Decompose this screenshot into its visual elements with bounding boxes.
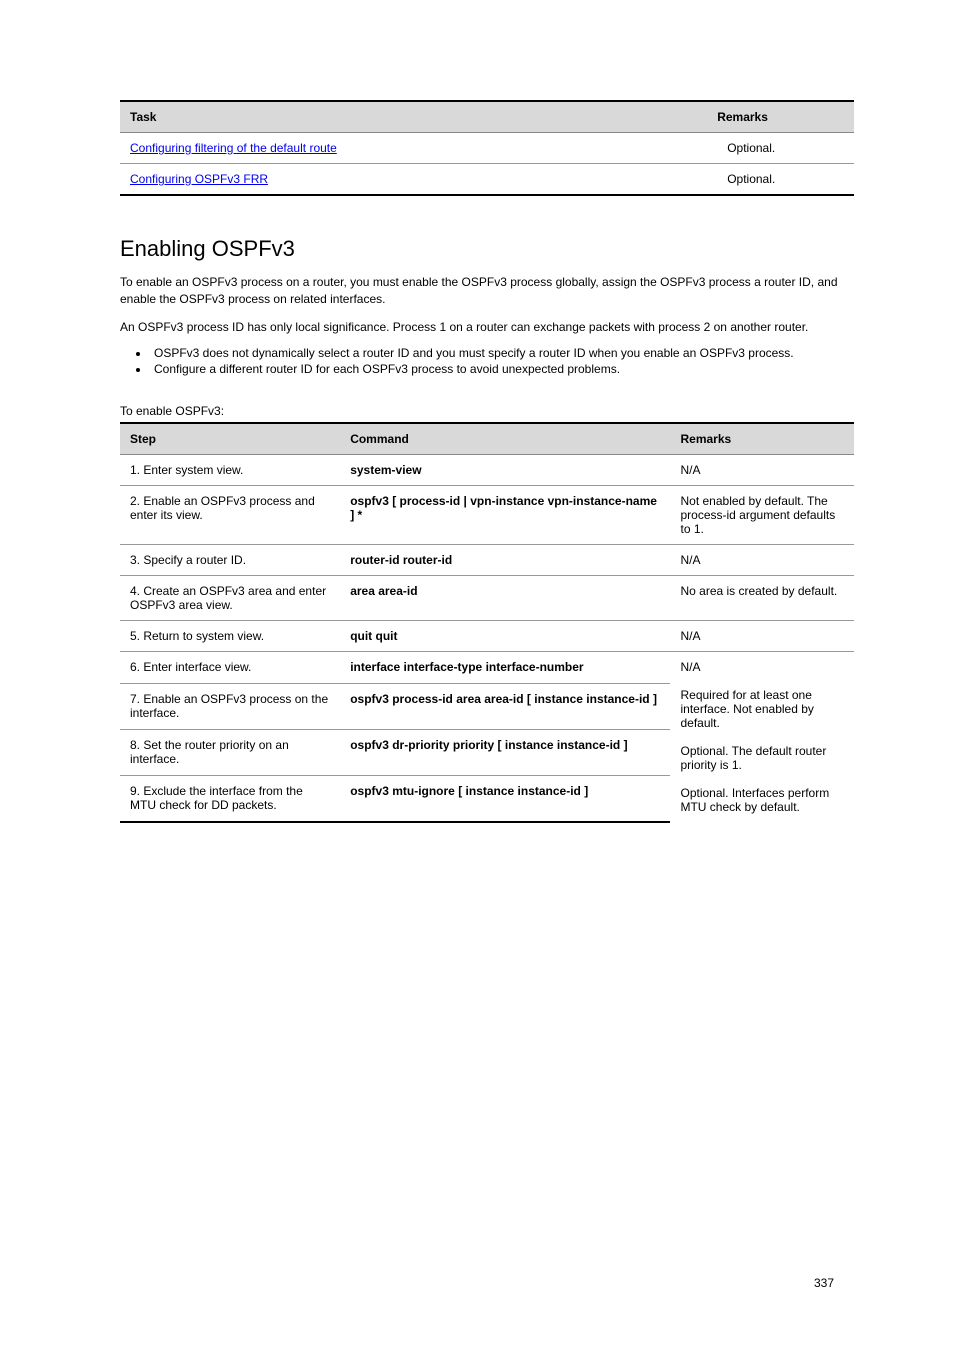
steps-table: Step Command Remarks 1. Enter system vie…: [120, 422, 854, 823]
table-row: 5. Return to system view. quit quit N/A: [120, 621, 854, 652]
list-item: Configure a different router ID for each…: [150, 362, 854, 376]
table-row: Configuring filtering of the default rou…: [120, 133, 854, 164]
command-cell: ospfv3 mtu-ignore [ instance instance-id…: [340, 776, 670, 823]
merged-remark-6: N/A: [680, 660, 700, 674]
remarks-cell: Not enabled by default. The process-id a…: [670, 486, 854, 545]
remarks-cell: No area is created by default.: [670, 576, 854, 621]
remarks-cell: N/A: [670, 545, 854, 576]
step-cell: 6. Enter interface view.: [120, 652, 340, 684]
page-container: Task Remarks Configuring filtering of th…: [0, 0, 954, 1350]
table-row: 4. Create an OSPFv3 area and enter OSPFv…: [120, 576, 854, 621]
merged-remark-7: Required for at least one interface. Not…: [680, 688, 813, 730]
remarks-cell: N/A: [670, 621, 854, 652]
table1-header-task: Task: [120, 101, 707, 133]
step-cell: 5. Return to system view.: [120, 621, 340, 652]
remarks-cell: Optional.: [707, 164, 854, 196]
task-remarks-table: Task Remarks Configuring filtering of th…: [120, 100, 854, 196]
table2-header-step: Step: [120, 423, 340, 455]
command-cell: router-id router-id: [340, 545, 670, 576]
step-cell: 8. Set the router priority on an interfa…: [120, 729, 340, 775]
step-cell: 1. Enter system view.: [120, 455, 340, 486]
link-configuring-ospfv3-frr[interactable]: Configuring OSPFv3 FRR: [130, 172, 268, 186]
remarks-cell: N/A: [670, 455, 854, 486]
table2-header-command: Command: [340, 423, 670, 455]
step-cell: 4. Create an OSPFv3 area and enter OSPFv…: [120, 576, 340, 621]
step-cell: 2. Enable an OSPFv3 process and enter it…: [120, 486, 340, 545]
intro-paragraph: To enable an OSPFv3 process on a router,…: [120, 274, 854, 309]
command-cell: area area-id: [340, 576, 670, 621]
table-row: 6. Enter interface view. interface inter…: [120, 652, 854, 684]
table1-header-remarks: Remarks: [707, 101, 854, 133]
table-row: 1. Enter system view. system-view N/A: [120, 455, 854, 486]
enable-ospfv3-caption: To enable OSPFv3:: [120, 404, 854, 418]
step-cell: 9. Exclude the interface from the MTU ch…: [120, 776, 340, 823]
table-row: 2. Enable an OSPFv3 process and enter it…: [120, 486, 854, 545]
note-intro: An OSPFv3 process ID has only local sign…: [120, 319, 854, 336]
note-list: OSPFv3 does not dynamically select a rou…: [150, 346, 854, 376]
step-cell: 3. Specify a router ID.: [120, 545, 340, 576]
command-cell: interface interface-type interface-numbe…: [340, 652, 670, 684]
command-cell: ospfv3 [ process-id | vpn-instance vpn-i…: [340, 486, 670, 545]
command-cell: system-view: [340, 455, 670, 486]
merged-remark-8: Optional. The default router priority is…: [680, 744, 826, 772]
remarks-cell: Optional.: [707, 133, 854, 164]
table2-header-remarks: Remarks: [670, 423, 854, 455]
command-cell: ospfv3 dr-priority priority [ instance i…: [340, 729, 670, 775]
command-cell: quit quit: [340, 621, 670, 652]
table-row: 3. Specify a router ID. router-id router…: [120, 545, 854, 576]
section-heading-enabling-ospfv3: Enabling OSPFv3: [120, 236, 854, 262]
link-configuring-default-route-filtering[interactable]: Configuring filtering of the default rou…: [130, 141, 337, 155]
command-cell: ospfv3 process-id area area-id [ instanc…: [340, 683, 670, 729]
step-cell: 7. Enable an OSPFv3 process on the inter…: [120, 683, 340, 729]
list-item: OSPFv3 does not dynamically select a rou…: [150, 346, 854, 360]
page-number: 337: [814, 1276, 834, 1290]
merged-remark-9: Optional. Interfaces perform MTU check b…: [680, 786, 829, 814]
remarks-merged-cell: N/A Required for at least one interface.…: [670, 652, 854, 823]
table-row: Configuring OSPFv3 FRR Optional.: [120, 164, 854, 196]
